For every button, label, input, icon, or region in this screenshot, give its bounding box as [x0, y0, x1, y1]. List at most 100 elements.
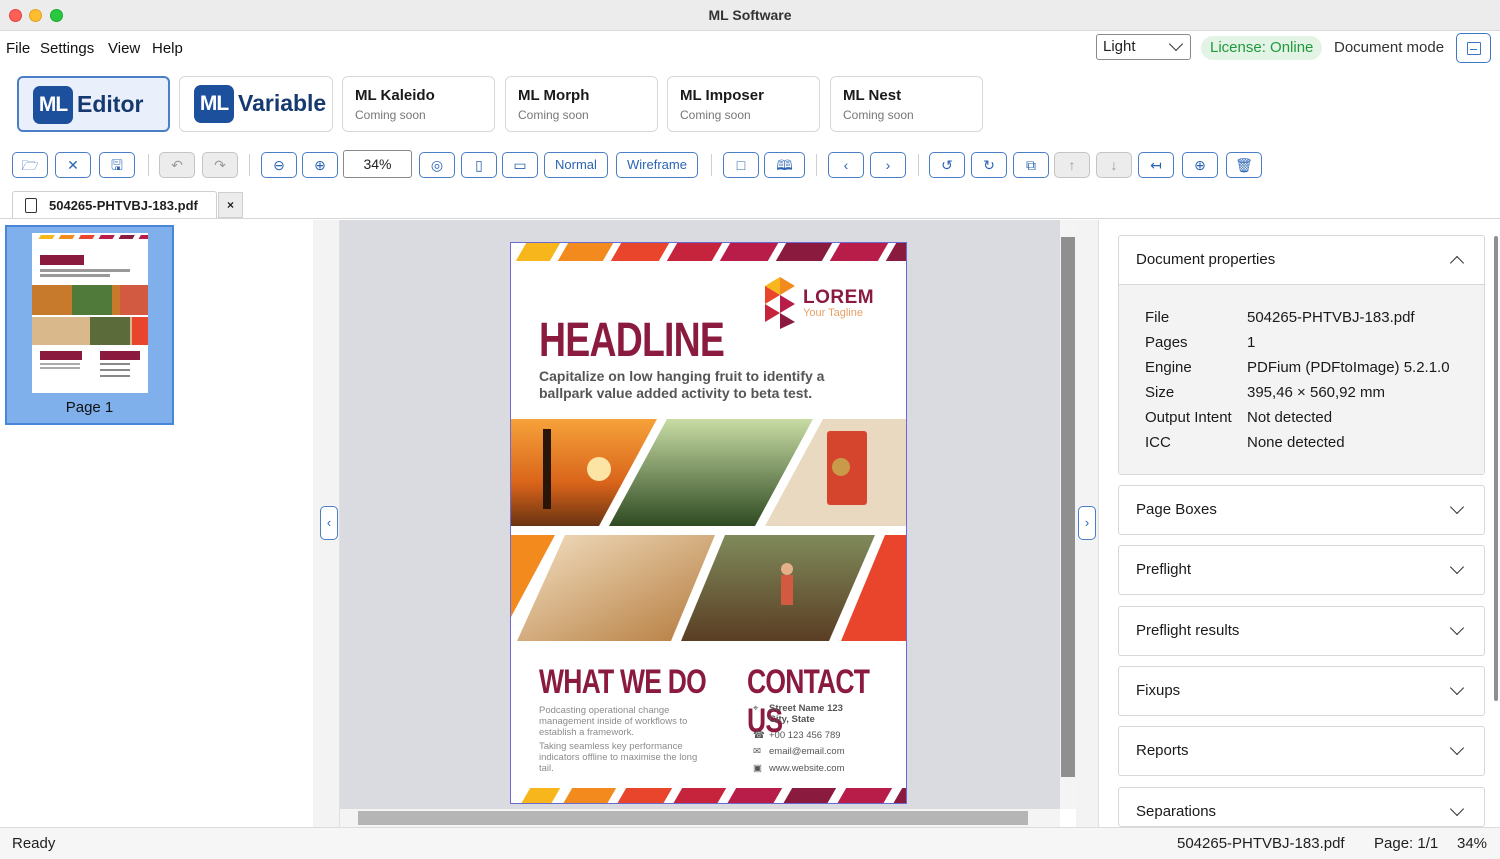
- status-bar: Ready 504265-PHTVBJ-183.pdf Page: 1/1 34…: [0, 827, 1500, 859]
- rotate-left-icon[interactable]: ↺: [929, 152, 965, 178]
- panel-icon: [1467, 42, 1481, 55]
- title-bar: ML Software: [0, 0, 1500, 31]
- email-icon: ✉: [753, 746, 761, 757]
- collapse-left-panel-button[interactable]: ‹: [320, 506, 338, 540]
- license-status-badge: License: Online: [1201, 36, 1323, 60]
- document-properties-body: File 504265-PHTVBJ-183.pdf Pages 1 Engin…: [1119, 284, 1484, 474]
- chevron-down-icon: [1168, 36, 1184, 52]
- fixups-section[interactable]: Fixups: [1118, 666, 1485, 716]
- decor-stripe: [835, 788, 893, 803]
- document-properties-section: Document properties File 504265-PHTVBJ-1…: [1118, 235, 1485, 475]
- contact-address-line2: City, State: [769, 714, 815, 725]
- product-tab-variable[interactable]: ML Variable: [179, 76, 333, 132]
- two-page-icon[interactable]: 🕮: [764, 152, 805, 178]
- property-key: ICC: [1145, 434, 1171, 451]
- property-value: None detected: [1247, 434, 1345, 451]
- document-tab[interactable]: 504265-PHTVBJ-183.pdf: [12, 191, 217, 218]
- status-text: Ready: [12, 835, 56, 852]
- vertical-scrollbar-thumb[interactable]: [1061, 237, 1075, 777]
- decor-stripe: [829, 243, 889, 261]
- zoom-fit-icon[interactable]: ◎: [419, 152, 455, 178]
- page-headline: HEADLINE: [539, 314, 725, 367]
- collapse-right-panel-button[interactable]: ›: [1078, 506, 1096, 540]
- lorem-logo-icon: [763, 275, 797, 329]
- fit-page-icon[interactable]: ▯: [461, 152, 497, 178]
- chevron-down-icon: [1449, 801, 1465, 817]
- chevron-down-icon: [1449, 499, 1465, 515]
- logo-text: LOREM: [803, 287, 875, 308]
- menu-view[interactable]: View: [108, 40, 140, 57]
- section-title: Reports: [1136, 742, 1189, 759]
- undo-icon[interactable]: ↶: [159, 152, 195, 178]
- close-tab-button[interactable]: ×: [218, 192, 243, 218]
- contact-address-line1: Street Name 123: [769, 703, 843, 714]
- product-tab-editor[interactable]: ML Editor: [17, 76, 170, 132]
- zoom-input[interactable]: 34%: [343, 150, 412, 178]
- section-title: Preflight results: [1136, 622, 1240, 639]
- preflight-results-section[interactable]: Preflight results: [1118, 606, 1485, 656]
- photo-collage: [511, 419, 906, 641]
- toolbar-divider: [816, 154, 817, 176]
- property-value: PDFium (PDFtoImage) 5.2.1.0: [1247, 359, 1450, 376]
- toolbar-divider: [918, 154, 919, 176]
- product-tab-imposer[interactable]: ML Imposer Coming soon: [667, 76, 820, 132]
- zoom-in-icon[interactable]: ⊕: [302, 152, 338, 178]
- redo-icon[interactable]: ↷: [202, 152, 238, 178]
- ml-logo-icon: ML: [194, 85, 234, 123]
- rotate-right-icon[interactable]: ↻: [971, 152, 1007, 178]
- delete-icon[interactable]: 🗑: [1226, 152, 1262, 178]
- product-tab-morph[interactable]: ML Morph Coming soon: [505, 76, 658, 132]
- normal-view-button[interactable]: Normal: [544, 152, 608, 178]
- theme-select[interactable]: Light: [1096, 34, 1191, 60]
- next-page-icon[interactable]: ›: [870, 152, 906, 178]
- preflight-section[interactable]: Preflight: [1118, 545, 1485, 595]
- move-up-icon[interactable]: ↑: [1054, 152, 1090, 178]
- property-key: File: [1145, 309, 1170, 326]
- separations-section[interactable]: Separations: [1118, 787, 1485, 827]
- insert-page-icon[interactable]: ⊕: [1182, 152, 1218, 178]
- extract-page-icon[interactable]: ↤: [1138, 152, 1174, 178]
- pdf-page[interactable]: LOREM Your Tagline HEADLINE Capitalize o…: [510, 242, 907, 804]
- what-we-do-paragraph: Podcasting operational change management…: [539, 705, 688, 738]
- document-properties-header[interactable]: Document properties: [1119, 236, 1484, 284]
- duplicate-page-icon[interactable]: ⧉: [1013, 152, 1049, 178]
- horizontal-scrollbar-thumb[interactable]: [358, 811, 1028, 825]
- menu-file[interactable]: File: [6, 40, 30, 57]
- document-tab-label: 504265-PHTVBJ-183.pdf: [49, 198, 198, 213]
- product-name: Editor: [77, 91, 144, 117]
- document-mode-button[interactable]: [1456, 33, 1491, 63]
- decor-stripe: [610, 243, 670, 261]
- properties-scrollbar[interactable]: [1494, 236, 1498, 701]
- single-page-icon[interactable]: □: [723, 152, 759, 178]
- what-we-do-title: WHAT WE DO: [539, 663, 707, 701]
- page-thumbnail[interactable]: Page 1: [5, 225, 174, 425]
- product-status: Coming soon: [518, 108, 589, 122]
- status-zoom: 34%: [1457, 835, 1488, 852]
- product-tab-kaleido[interactable]: ML Kaleido Coming soon: [342, 76, 495, 132]
- product-name: ML Morph: [518, 87, 590, 104]
- zoom-out-icon[interactable]: ⊖: [261, 152, 297, 178]
- wireframe-view-button[interactable]: Wireframe: [616, 152, 698, 178]
- product-status: Coming soon: [680, 108, 751, 122]
- move-down-icon[interactable]: ↓: [1096, 152, 1132, 178]
- toolbar-divider: [249, 154, 250, 176]
- chevron-down-icon: [1449, 680, 1465, 696]
- reports-section[interactable]: Reports: [1118, 726, 1485, 776]
- product-tab-nest[interactable]: ML Nest Coming soon: [830, 76, 983, 132]
- close-file-icon[interactable]: ✕: [55, 152, 91, 178]
- fit-width-icon[interactable]: ▭: [502, 152, 538, 178]
- previous-page-icon[interactable]: ‹: [828, 152, 864, 178]
- save-icon[interactable]: 🖫: [99, 152, 135, 178]
- decor-stripe: [561, 788, 617, 803]
- section-title: Page Boxes: [1136, 501, 1217, 518]
- location-pin-icon: ⌖: [753, 703, 759, 714]
- chevron-down-icon: [1449, 620, 1465, 636]
- open-folder-icon[interactable]: 🗁: [12, 152, 48, 178]
- property-value: 395,46 × 560,92 mm: [1247, 384, 1386, 401]
- contact-website: www.website.com: [769, 763, 845, 774]
- menu-settings[interactable]: Settings: [40, 40, 94, 57]
- chevron-down-icon: [1449, 740, 1465, 756]
- menu-help[interactable]: Help: [152, 40, 183, 57]
- page-boxes-section[interactable]: Page Boxes: [1118, 485, 1485, 535]
- decor-stripe: [891, 788, 906, 803]
